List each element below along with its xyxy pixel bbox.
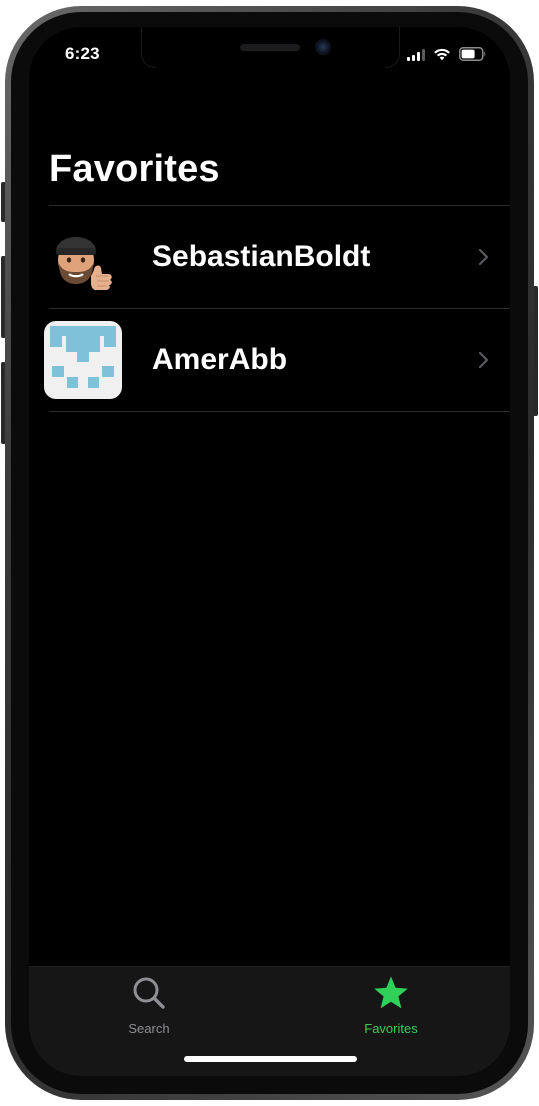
tab-label: Favorites [364,1021,418,1036]
favorite-row-amerabb[interactable]: AmerAbb [29,309,510,411]
front-camera [315,39,331,55]
earpiece-speaker [240,44,300,51]
chevron-right-icon [478,248,489,266]
status-time: 6:23 [65,44,100,63]
tab-favorites[interactable]: Favorites [321,975,461,1036]
memoji-thumbs-up-avatar [44,218,122,296]
app-screen: 6:23 Favorites SebastianBoldt AmerAbb Se… [29,27,510,1076]
list-separator [49,411,510,412]
cellular-signal-icon [407,49,425,61]
phone-device: 6:23 Favorites SebastianBoldt AmerAbb Se… [0,0,539,1106]
chevron-right-icon [478,351,489,369]
status-icons [407,45,487,61]
notch-left-edge [141,27,156,68]
star-icon [374,976,408,1009]
favorite-row-sebastianboldt[interactable]: SebastianBoldt [29,206,510,308]
page-title: Favorites [49,148,220,190]
battery-icon [459,47,486,61]
search-icon [133,977,165,1009]
home-indicator[interactable] [184,1056,357,1062]
identicon-avatar [44,321,122,399]
tab-label: Search [128,1021,170,1036]
favorite-name: AmerAbb [152,343,288,376]
favorite-name: SebastianBoldt [152,240,371,273]
notch-right-edge [385,27,400,68]
tab-search[interactable]: Search [79,975,219,1036]
wifi-icon [434,48,450,61]
